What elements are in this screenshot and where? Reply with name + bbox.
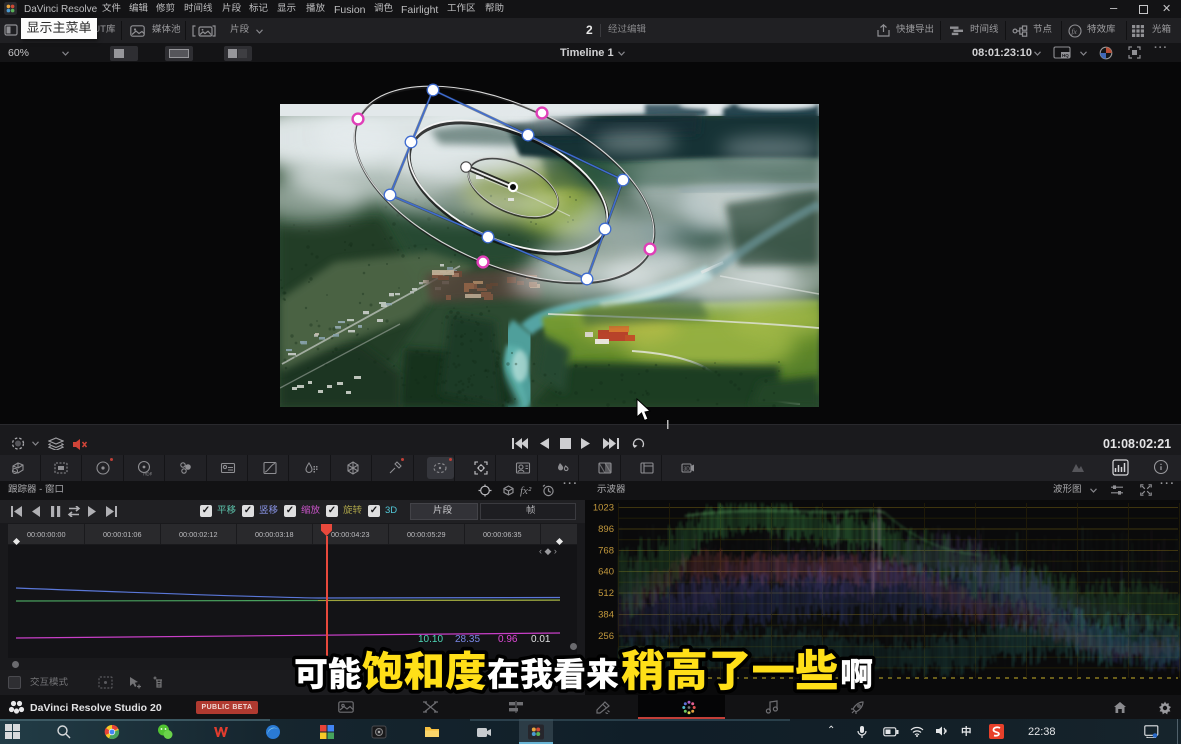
- svg-text:饱和度: 饱和度: [362, 638, 487, 698]
- svg-text:啊: 啊: [840, 648, 873, 696]
- svg-text:可能: 可能: [294, 647, 362, 696]
- svg-text:在我看来: 在我看来: [487, 648, 619, 696]
- svg-text:稍高了一些: 稍高了一些: [621, 636, 839, 699]
